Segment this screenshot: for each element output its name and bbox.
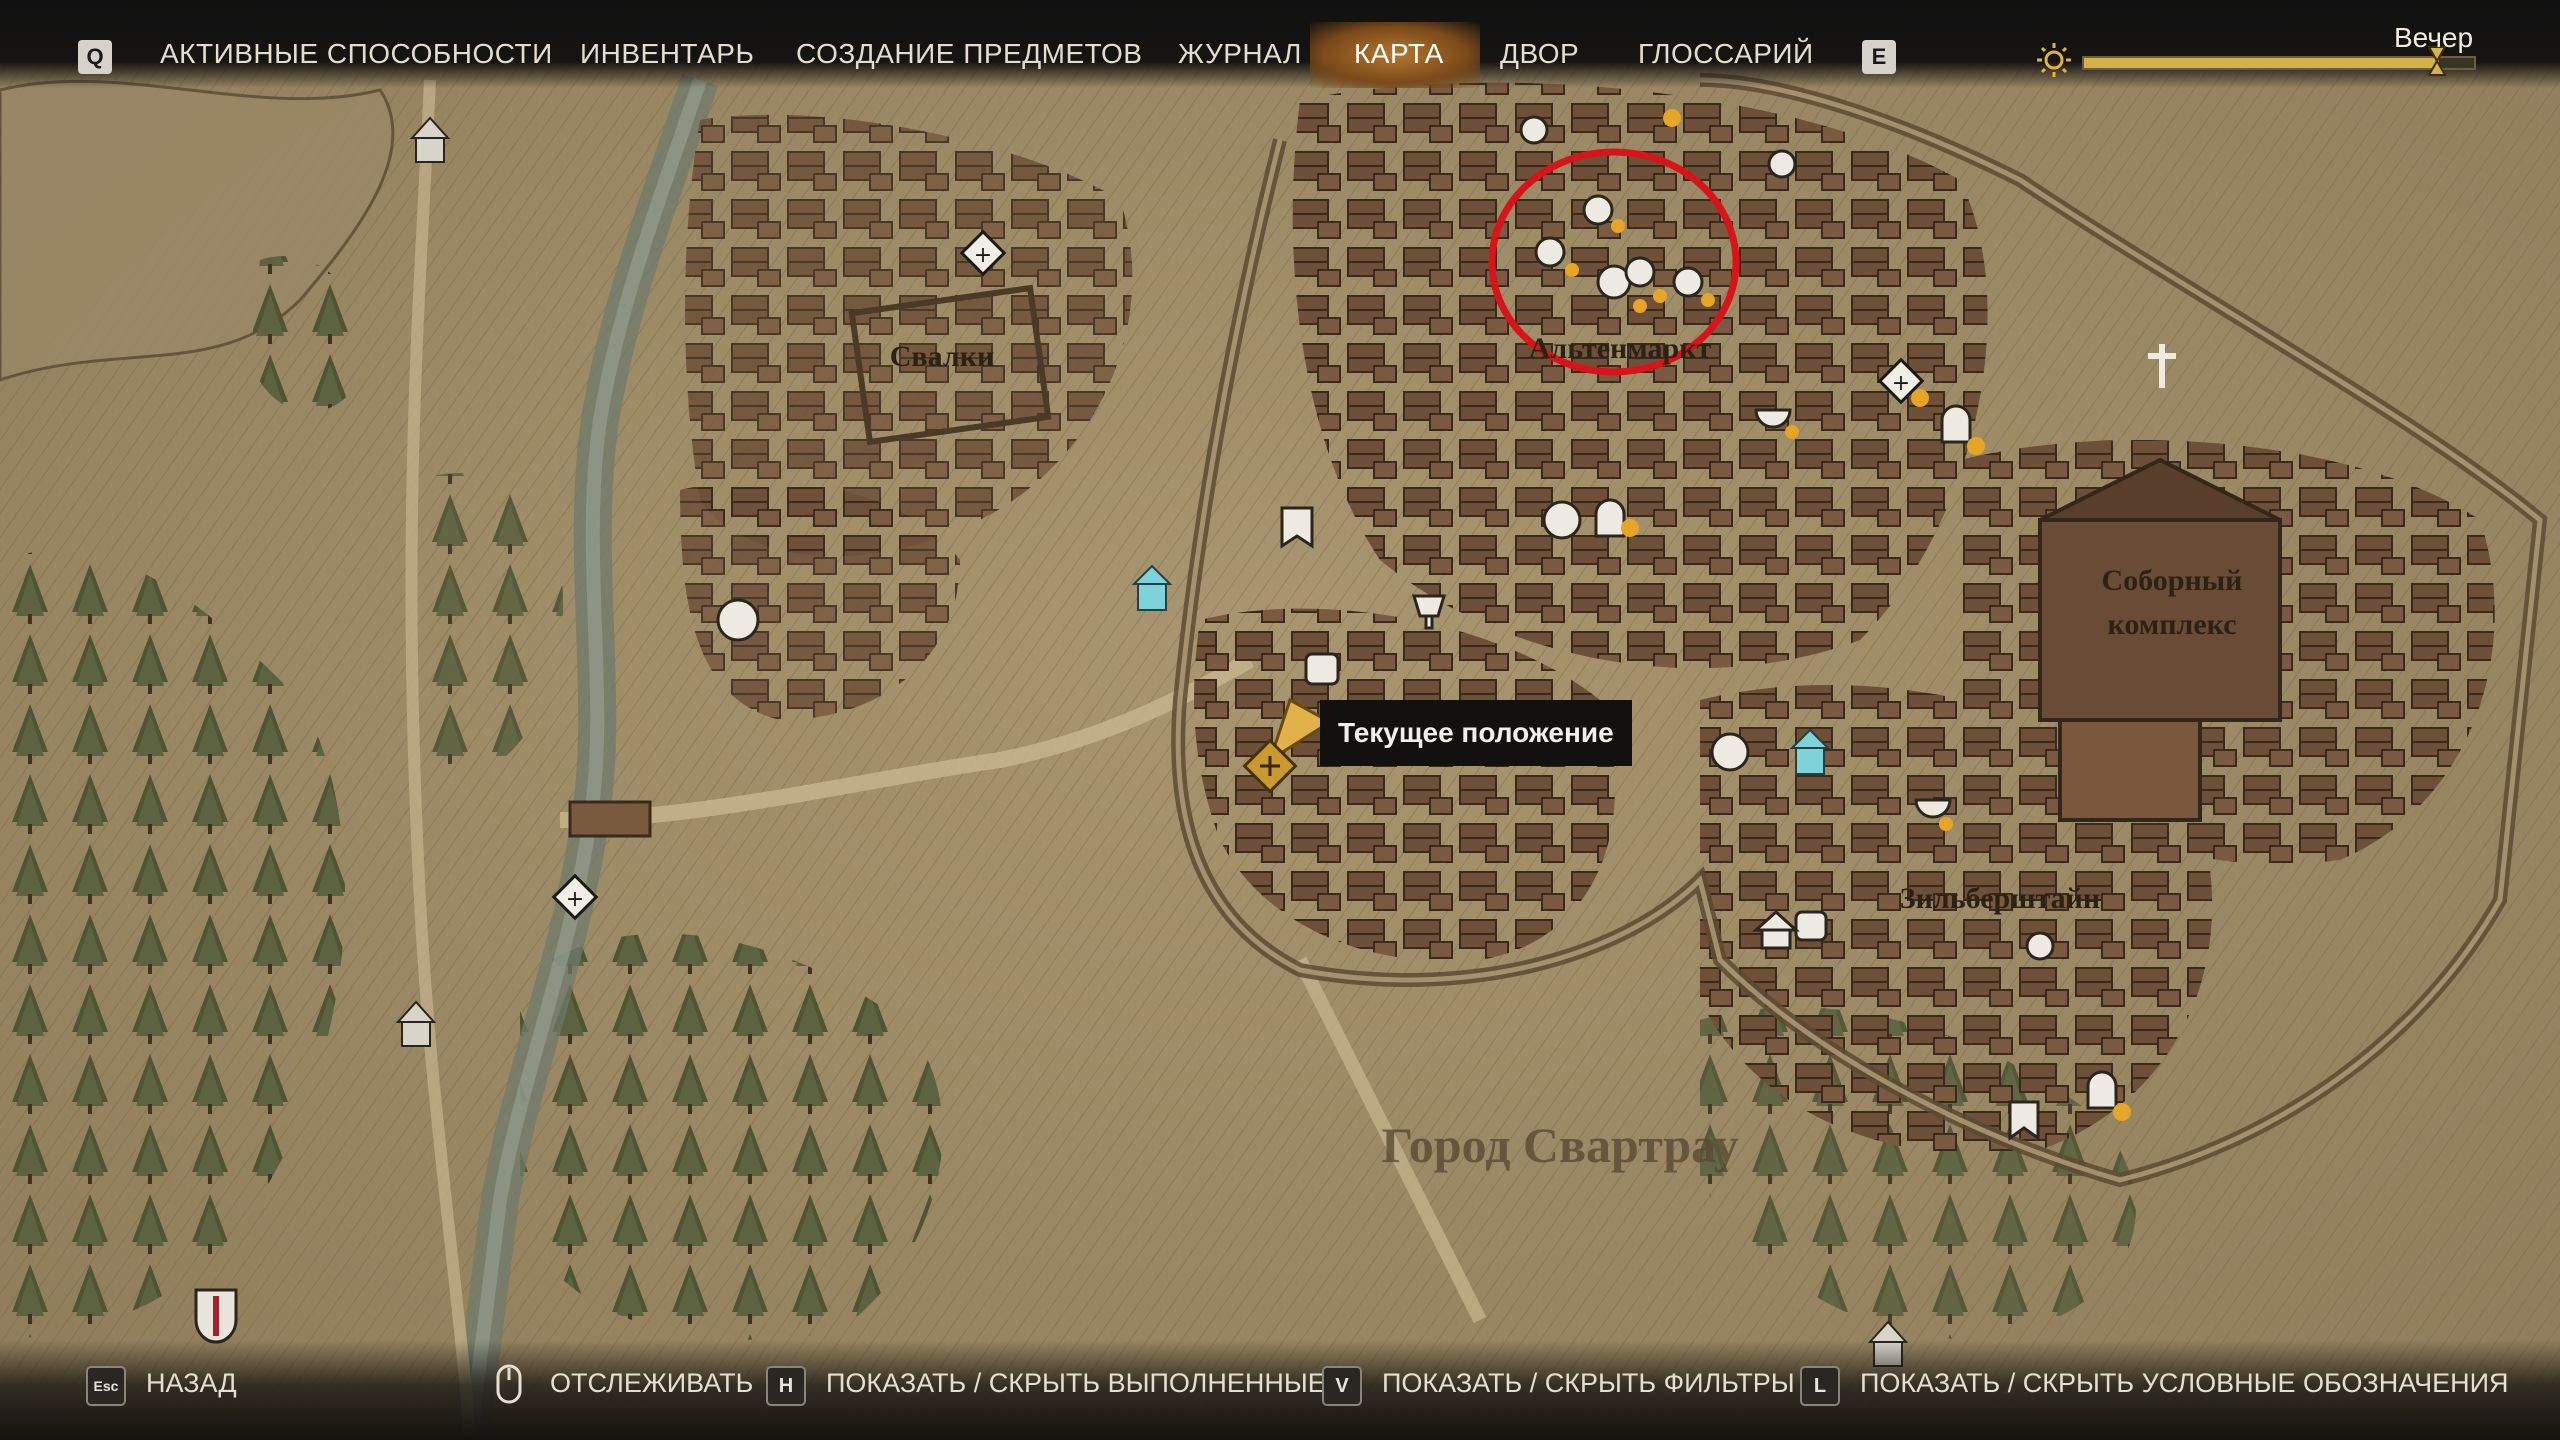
esc-key[interactable]: Esc	[86, 1366, 126, 1406]
tab-inventory[interactable]: ИНВЕНТАРЬ	[580, 38, 754, 70]
v-key[interactable]: V	[1322, 1366, 1362, 1406]
svg-text:+: +	[1892, 371, 1910, 396]
time-of-day-label: Вечер	[2394, 22, 2474, 53]
tab-journal[interactable]: ЖУРНАЛ	[1178, 38, 1302, 70]
bridge	[568, 800, 652, 838]
sun-icon	[2037, 43, 2071, 77]
tab-court[interactable]: ДВОР	[1500, 38, 1579, 70]
label-altenmarkt: Альтенмаркт	[1529, 332, 1712, 365]
toggle-completed-label[interactable]: ПОКАЗАТЬ / СКРЫТЬ ВЫПОЛНЕННЫЕ	[826, 1368, 1326, 1399]
tab-map[interactable]: КАРТА	[1354, 38, 1444, 70]
time-of-day-fill	[2084, 58, 2439, 68]
world-map[interactable]: + + + Свалки Альтенмаркт Соборный компле…	[0, 0, 2560, 1440]
track-label[interactable]: ОТСЛЕЖИВАТЬ	[550, 1368, 753, 1399]
svg-text:+: +	[974, 243, 992, 268]
next-tab-key[interactable]: E	[1862, 40, 1896, 74]
label-cathedral-line1: Соборный	[2102, 564, 2243, 597]
back-label[interactable]: НАЗАД	[146, 1368, 237, 1399]
toggle-filters-label[interactable]: ПОКАЗАТЬ / СКРЫТЬ ФИЛЬТРЫ	[1382, 1368, 1795, 1399]
time-of-day-bar	[2082, 56, 2476, 70]
label-dumps: Свалки	[890, 340, 995, 373]
svg-text:+: +	[566, 887, 584, 912]
toggle-legend-label[interactable]: ПОКАЗАТЬ / СКРЫТЬ УСЛОВНЫЕ ОБОЗНАЧЕНИЯ	[1860, 1368, 2509, 1399]
current-position-tooltip: Текущее положение	[1320, 700, 1632, 766]
tab-glossary[interactable]: ГЛОССАРИЙ	[1638, 38, 1814, 70]
top-navigation-bar: Q АКТИВНЫЕ СПОСОБНОСТИ ИНВЕНТАРЬ СОЗДАНИ…	[0, 0, 2560, 88]
h-key[interactable]: H	[766, 1366, 806, 1406]
region-shield-icon[interactable]	[194, 1288, 238, 1344]
tab-active-abilities[interactable]: АКТИВНЫЕ СПОСОБНОСТИ	[160, 38, 553, 70]
l-key[interactable]: L	[1800, 1366, 1840, 1406]
prev-tab-key[interactable]: Q	[78, 40, 112, 74]
label-cathedral-line2: комплекс	[2107, 608, 2236, 641]
tab-crafting[interactable]: СОЗДАНИЕ ПРЕДМЕТОВ	[796, 38, 1142, 70]
label-city: Город Свартрау	[1381, 1117, 1738, 1173]
mouse-icon	[496, 1364, 522, 1404]
label-silberstein: Зильберштайн	[1900, 882, 2100, 915]
